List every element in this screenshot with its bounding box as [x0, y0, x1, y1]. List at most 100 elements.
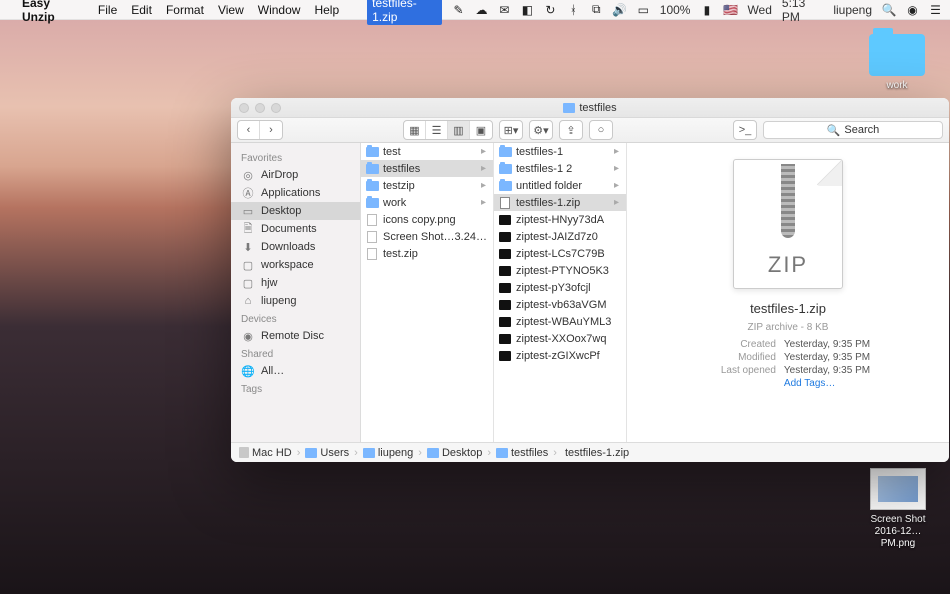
wechat-icon[interactable]: ✉ [498, 3, 511, 17]
sidebar-item-applications[interactable]: ⒶApplications [231, 184, 360, 202]
file-row[interactable]: testfiles▸ [361, 160, 493, 177]
sidebar-item-label: Applications [261, 187, 320, 199]
siri-icon[interactable]: ◉ [906, 3, 919, 17]
clock-day[interactable]: Wed [747, 3, 771, 17]
cloud-icon[interactable]: ☁ [475, 3, 488, 17]
share-button[interactable]: ⇪ [560, 121, 582, 139]
zoom-button[interactable] [271, 103, 281, 113]
chevron-right-icon: ▸ [614, 146, 622, 157]
chevron-right-icon: ▸ [481, 146, 489, 157]
path-item[interactable]: testfiles [496, 447, 548, 459]
sidebar-icon: ⌂ [241, 295, 255, 307]
flag-icon[interactable]: 🇺🇸 [723, 3, 737, 17]
file-row[interactable]: testfiles-1 2▸ [494, 160, 626, 177]
file-row[interactable]: untitled folder▸ [494, 177, 626, 194]
file-row[interactable]: ziptest-zGIXwcPf [494, 347, 626, 364]
path-label: Users [320, 447, 349, 459]
path-item[interactable]: Mac HD [239, 447, 292, 459]
file-row[interactable]: testfiles-1▸ [494, 143, 626, 160]
menu-help[interactable]: Help [314, 3, 339, 17]
file-row[interactable]: test.zip [361, 245, 493, 262]
file-row[interactable]: test▸ [361, 143, 493, 160]
sidebar-item-remote-disc[interactable]: ◉Remote Disc [231, 327, 360, 345]
sidebar-icon: ⬇ [241, 241, 255, 253]
app-menu[interactable]: Easy Unzip [22, 0, 84, 24]
bluetooth-icon[interactable]: ᚼ [567, 3, 580, 17]
file-row[interactable]: Screen Shot…3.24 PM.png [361, 228, 493, 245]
titlebar[interactable]: testfiles [231, 98, 949, 118]
battery-icon[interactable]: ▮ [700, 3, 713, 17]
sidebar-icon: ▢ [241, 259, 255, 271]
file-row[interactable]: ziptest-PTYNO5K3 [494, 262, 626, 279]
battery-text[interactable]: 100% [660, 3, 691, 17]
menubar-status: testfiles-1.zip ✎ ☁ ✉ ◧ ↻ ᚼ ⧉ 🔊 ▭ 100% ▮… [367, 0, 942, 25]
column-view-button[interactable]: ▥ [448, 121, 470, 139]
file-row[interactable]: icons copy.png [361, 211, 493, 228]
file-row[interactable]: ziptest-WBAuYML3 [494, 313, 626, 330]
sidebar-item-documents[interactable]: 🗎Documents [231, 220, 360, 238]
forward-button[interactable]: › [260, 121, 282, 139]
menu-view[interactable]: View [218, 3, 244, 17]
notification-center-icon[interactable]: ☰ [929, 3, 942, 17]
path-item[interactable]: testfiles-1.zip [562, 447, 629, 459]
sidebar-icon: ▭ [241, 205, 255, 217]
file-row[interactable]: ziptest-XXOox7wq [494, 330, 626, 347]
sidebar-item-all-[interactable]: 🌐All… [231, 362, 360, 380]
add-tags-link[interactable]: Add Tags… [784, 378, 870, 389]
search-input[interactable]: 🔍 Search [763, 121, 943, 139]
sidebar-item-workspace[interactable]: ▢workspace [231, 256, 360, 274]
menu-file[interactable]: File [98, 3, 117, 17]
action-button[interactable]: ⚙▾ [530, 121, 552, 139]
nav-buttons: ‹ › [237, 120, 283, 140]
app-badge[interactable]: testfiles-1.zip [367, 0, 442, 25]
file-row[interactable]: testfiles-1.zip▸ [494, 194, 626, 211]
path-item[interactable]: Users [305, 447, 349, 459]
path-item[interactable]: Desktop [427, 447, 482, 459]
file-row[interactable]: testzip▸ [361, 177, 493, 194]
tags-button[interactable]: ○ [590, 121, 612, 139]
sidebar-item-desktop[interactable]: ▭ Desktop [231, 202, 360, 220]
sidebar-item-hjw[interactable]: ▢hjw [231, 274, 360, 292]
traffic-lights [239, 103, 281, 113]
wifi-icon[interactable]: ⧉ [590, 3, 603, 17]
stacks-icon[interactable]: ◧ [521, 3, 534, 17]
chevron-right-icon: › [552, 447, 558, 459]
sync-icon[interactable]: ↻ [544, 3, 557, 17]
sidebar-item-airdrop[interactable]: ◎AirDrop [231, 166, 360, 184]
menu-edit[interactable]: Edit [131, 3, 152, 17]
file-row[interactable]: ziptest-pY3ofcjl [494, 279, 626, 296]
minimize-button[interactable] [255, 103, 265, 113]
file-row[interactable]: work▸ [361, 194, 493, 211]
arrange-button[interactable]: ⊞▾ [500, 121, 522, 139]
path-item[interactable]: liupeng [363, 447, 413, 459]
file-row[interactable]: ziptest-HNyy73dA [494, 211, 626, 228]
exec-icon [499, 249, 511, 259]
volume-icon[interactable]: 🔊 [613, 3, 627, 17]
list-view-button[interactable]: ☰ [426, 121, 448, 139]
display-icon[interactable]: ▭ [637, 3, 650, 17]
sidebar-item-label: All… [261, 365, 284, 377]
preview-kind: ZIP archive - 8 KB [748, 322, 829, 333]
sidebar-item-liupeng[interactable]: ⌂liupeng [231, 292, 360, 310]
close-button[interactable] [239, 103, 249, 113]
spotlight-icon[interactable]: 🔍 [882, 3, 896, 17]
icon-view-button[interactable]: ▦ [404, 121, 426, 139]
evernote-icon[interactable]: ✎ [452, 3, 465, 17]
path-button[interactable]: >_ [734, 121, 756, 139]
file-row[interactable]: ziptest-JAIZd7z0 [494, 228, 626, 245]
file-name: ziptest-LCs7C79B [516, 248, 622, 260]
desktop-screenshot[interactable]: Screen Shot 2016-12…PM.png [858, 468, 938, 550]
gallery-view-button[interactable]: ▣ [470, 121, 492, 139]
desktop-folder-work[interactable]: work [862, 34, 932, 92]
user-name[interactable]: liupeng [833, 3, 872, 17]
menu-window[interactable]: Window [258, 3, 301, 17]
file-row[interactable]: ziptest-vb63aVGM [494, 296, 626, 313]
file-row[interactable]: ziptest-LCs7C79B [494, 245, 626, 262]
clock-time[interactable]: 5:13 PM [782, 0, 823, 24]
sidebar-item-downloads[interactable]: ⬇Downloads [231, 238, 360, 256]
sidebar-item-label: Desktop [261, 205, 301, 217]
back-button[interactable]: ‹ [238, 121, 260, 139]
file-name: ziptest-PTYNO5K3 [516, 265, 622, 277]
sidebar-item-label: AirDrop [261, 169, 298, 181]
menu-format[interactable]: Format [166, 3, 204, 17]
